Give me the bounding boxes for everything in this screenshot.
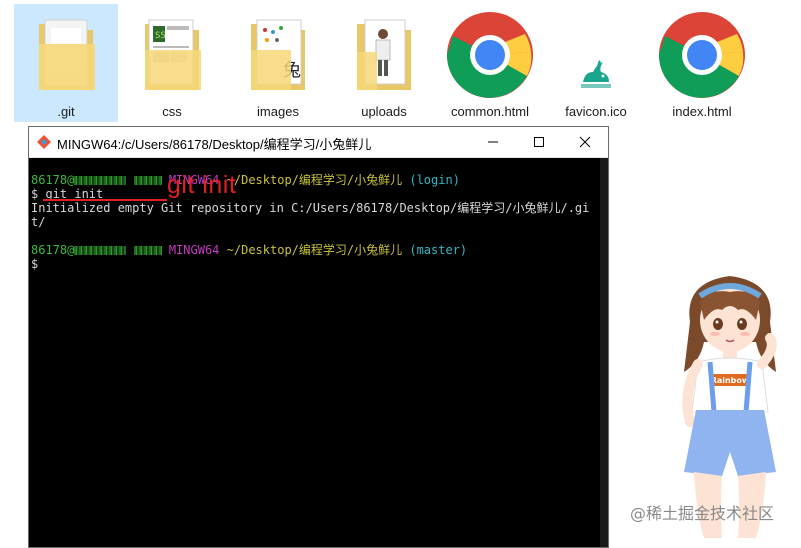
- minimize-icon: [488, 141, 498, 143]
- redacted-block: [133, 176, 162, 185]
- folder-icon: [39, 19, 95, 90]
- annotation-underline: [43, 199, 167, 201]
- window-title: MINGW64:/c/Users/86178/Desktop/编程学习/小兔鲜儿: [57, 137, 372, 152]
- git-bash-icon: [37, 135, 51, 149]
- folder-icon: SS: [145, 19, 201, 90]
- maximize-button[interactable]: [516, 127, 562, 157]
- file-item-uploads[interactable]: uploads: [332, 4, 436, 122]
- file-label: favicon.ico: [565, 104, 627, 119]
- close-icon: [579, 136, 591, 148]
- file-label: uploads: [361, 104, 407, 119]
- svg-text:SS: SS: [155, 31, 166, 41]
- prompt-path: ~/Desktop/编程学习/小兔鲜儿: [226, 243, 403, 257]
- prompt-line: 86178@ MINGW64 ~/Desktop/编程学习/小兔鲜儿 (mast…: [31, 243, 467, 257]
- file-label: index.html: [672, 104, 732, 119]
- file-item-css[interactable]: SS css: [120, 4, 224, 122]
- file-label: images: [257, 104, 299, 119]
- file-item-index-html[interactable]: index.html: [650, 4, 754, 122]
- scrollbar[interactable]: [600, 158, 608, 547]
- folder-icon: [357, 19, 411, 90]
- prompt-line: 86178@ MINGW64 ~/Desktop/编程学习/小兔鲜儿 (logi…: [31, 173, 460, 187]
- output-line: Initialized empty Git repository in C:/U…: [31, 201, 590, 215]
- chrome-icon: [446, 12, 533, 98]
- redacted-block: [74, 246, 127, 255]
- chrome-icon: [658, 12, 745, 98]
- minimize-button[interactable]: [470, 127, 516, 157]
- terminal-output[interactable]: 86178@ MINGW64 ~/Desktop/编程学习/小兔鲜儿 (logi…: [31, 169, 600, 547]
- cursor-prompt: $: [31, 257, 39, 271]
- prompt-path: ~/Desktop/编程学习/小兔鲜儿: [226, 173, 403, 187]
- close-button[interactable]: [562, 127, 608, 157]
- annotation-label: git init: [167, 171, 237, 199]
- terminal-window[interactable]: MINGW64:/c/Users/86178/Desktop/编程学习/小兔鲜儿…: [28, 126, 609, 548]
- prompt-user: 86178@: [31, 243, 75, 257]
- output-line: t/: [31, 215, 46, 229]
- shirt-text: Rainbow: [711, 376, 750, 385]
- rabbit-icon: [581, 60, 611, 88]
- file-label: common.html: [450, 104, 530, 119]
- file-label: css: [162, 104, 182, 119]
- title-bar[interactable]: MINGW64:/c/Users/86178/Desktop/编程学习/小兔鲜儿: [29, 127, 608, 158]
- redacted-block: [133, 246, 162, 255]
- prompt-branch: (login): [409, 173, 460, 187]
- redacted-block: [74, 176, 127, 185]
- anime-girl-illustration: Rainbow: [682, 276, 777, 538]
- file-item-git[interactable]: .git: [14, 4, 118, 122]
- file-label: .git: [57, 104, 75, 119]
- file-item-common-html[interactable]: common.html: [438, 4, 542, 122]
- maximize-icon: [534, 137, 544, 147]
- file-item-favicon[interactable]: favicon.ico: [544, 4, 648, 122]
- prompt-branch: (master): [409, 243, 468, 257]
- watermark: @稀土掘金技术社区: [630, 504, 775, 523]
- file-item-images[interactable]: 兔 images: [226, 4, 330, 122]
- prompt-user: 86178@: [31, 173, 75, 187]
- file-icon-strip: .git SS css 兔 images uploads common.html…: [0, 0, 801, 125]
- prompt-host: MINGW64: [168, 243, 220, 257]
- folder-icon: 兔: [251, 19, 305, 90]
